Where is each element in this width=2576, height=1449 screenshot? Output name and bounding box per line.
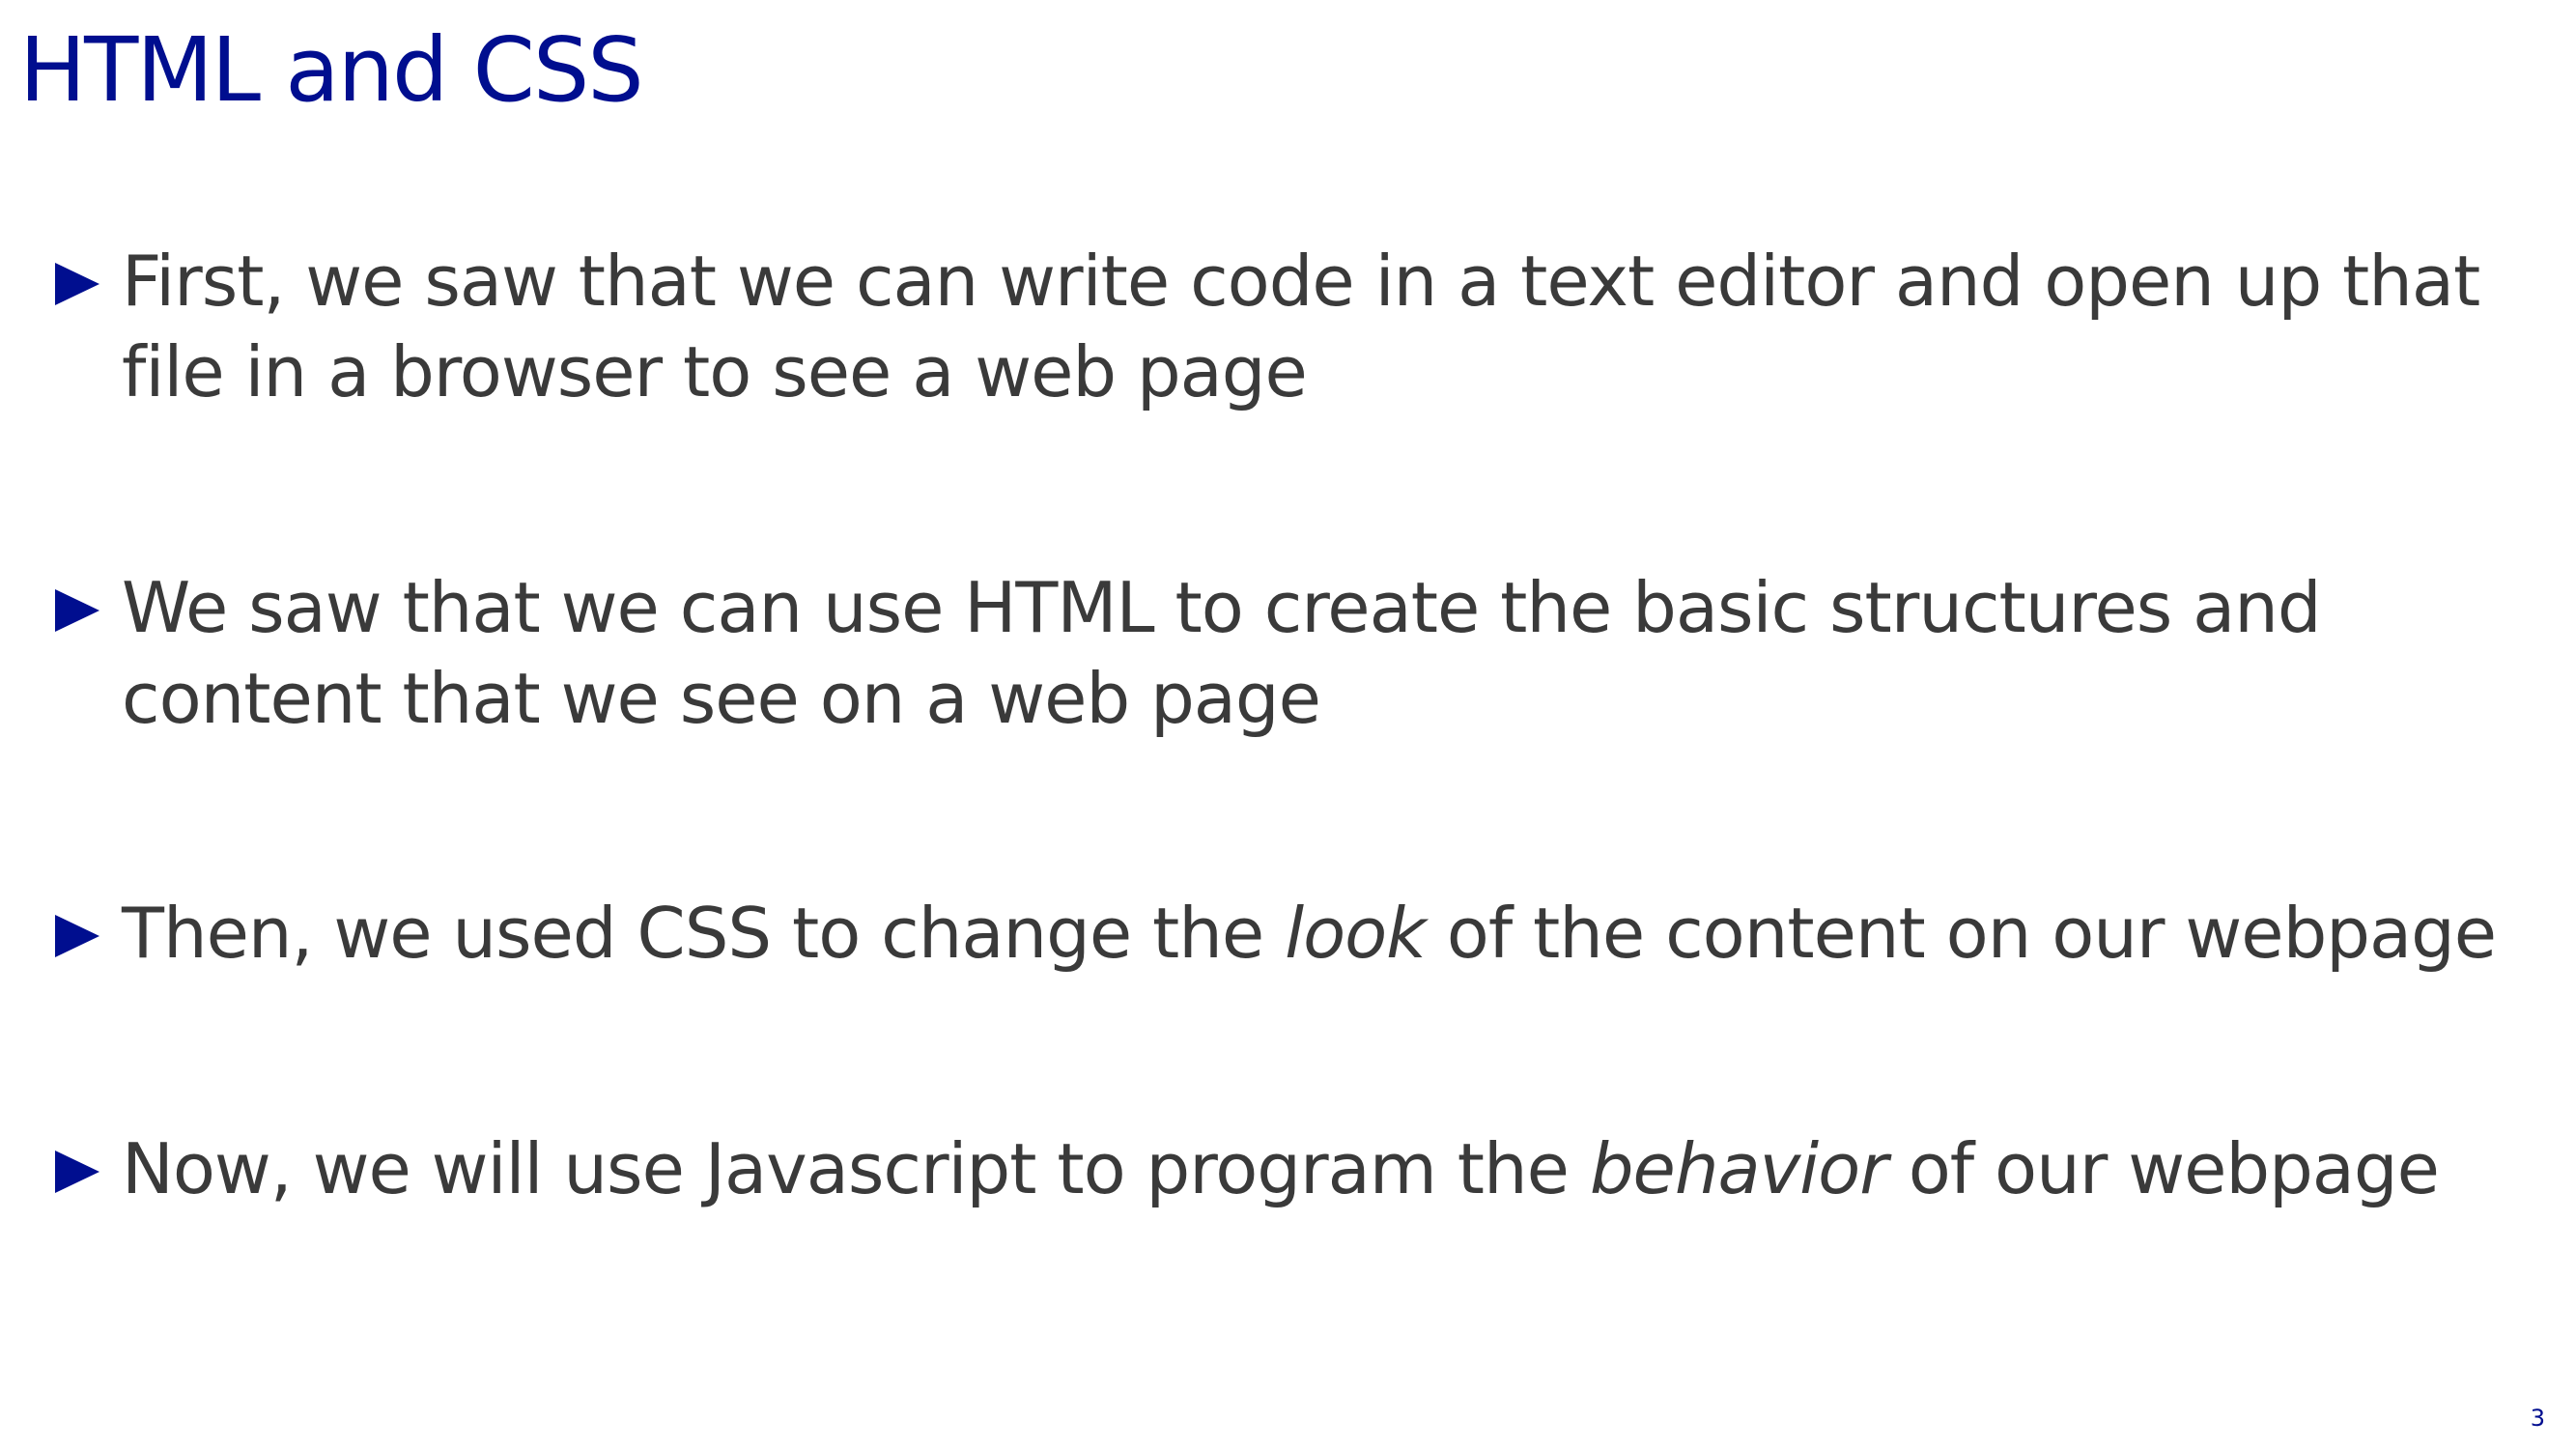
- bullet-4-text-before: Now, we will use Javascript to program t…: [122, 1128, 1590, 1209]
- slide-title: HTML and CSS: [19, 18, 644, 122]
- bullet-4-text-after: of our webpage: [1886, 1128, 2440, 1209]
- bullet-text-2: We saw that we can use HTML to create th…: [122, 562, 2546, 744]
- bullet-1-line-2: file in a browser to see a web page: [122, 331, 1308, 412]
- bullet-4-emphasis: behavior: [1589, 1128, 1888, 1209]
- bullet-3-emphasis: look: [1285, 893, 1427, 974]
- bullet-text-4: Now, we will use Javascript to program t…: [122, 1123, 2546, 1214]
- triangle-right-icon: [55, 1151, 99, 1193]
- bullet-3-text-after: of the content on our webpage: [1425, 893, 2497, 974]
- triangle-right-icon: [55, 589, 99, 632]
- slide-number: 3: [2530, 1405, 2545, 1432]
- bullet-text-1: First, we saw that we can write code in …: [122, 236, 2546, 417]
- triangle-right-icon: [55, 263, 99, 305]
- bullet-2-line-2: content that we see on a web page: [122, 658, 1321, 739]
- bullet-text-3: Then, we used CSS to change the look of …: [122, 888, 2546, 979]
- bullet-3-text-before: Then, we used CSS to change the: [122, 893, 1286, 974]
- triangle-right-icon: [55, 915, 99, 957]
- bullet-2-line-1: We saw that we can use HTML to create th…: [122, 567, 2322, 648]
- bullet-1-line-1: First, we saw that we can write code in …: [122, 241, 2480, 322]
